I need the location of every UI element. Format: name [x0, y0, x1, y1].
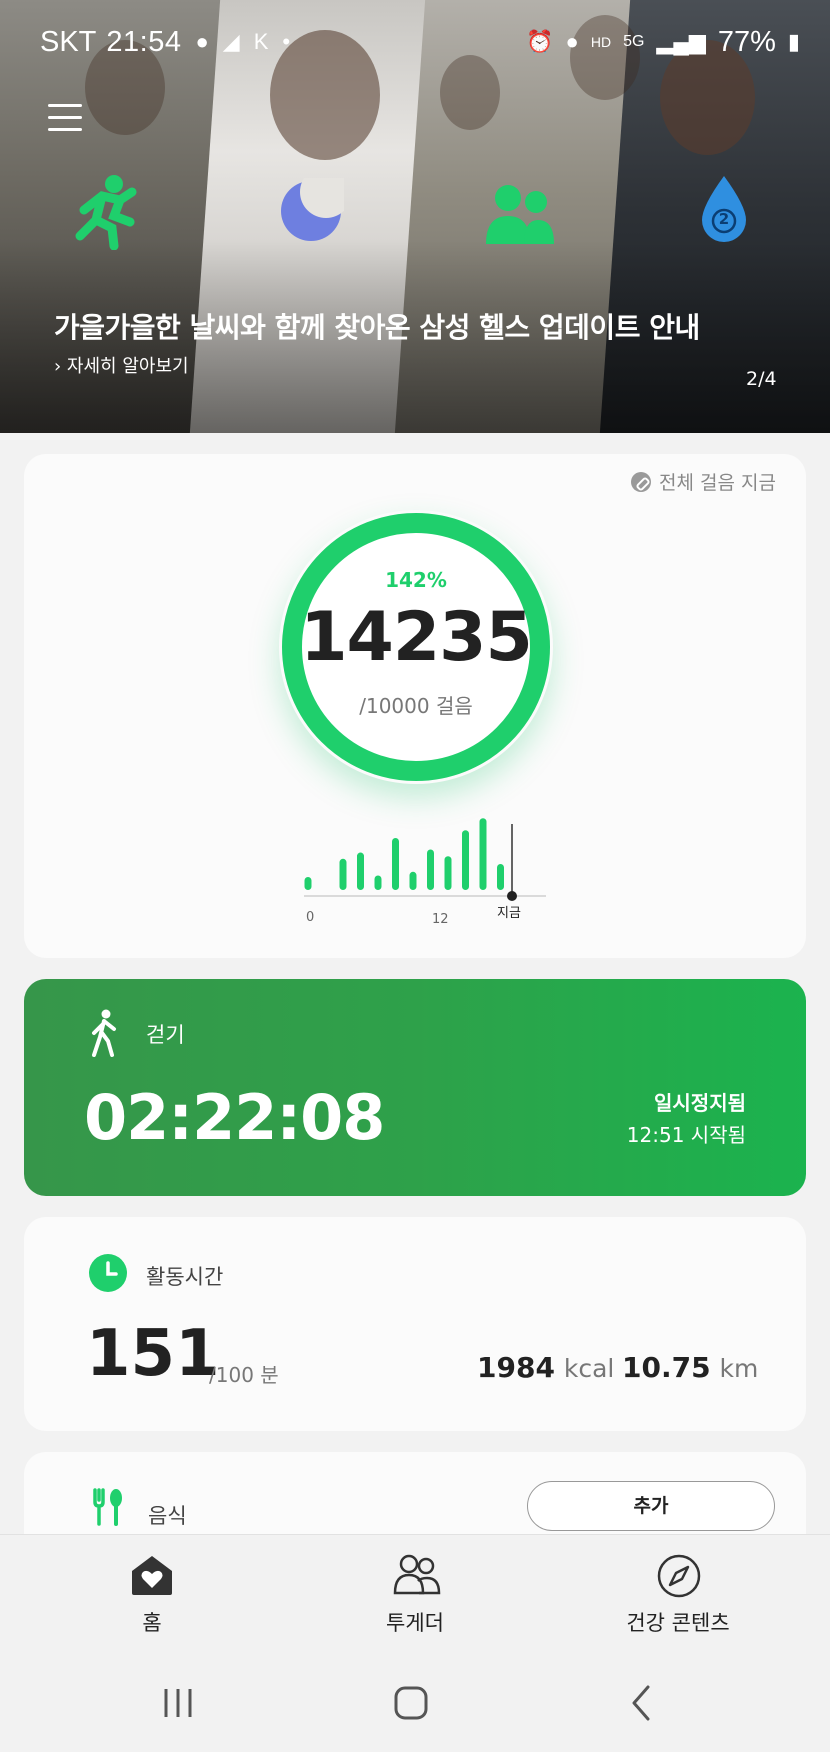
recent-apps-icon[interactable]	[148, 1673, 208, 1733]
steps-percent: 142%	[385, 568, 447, 592]
food-label: 음식	[148, 1504, 187, 1528]
running-icon	[75, 175, 137, 250]
together-icon	[393, 1554, 441, 1595]
bottom-navigation: 홈 투게더 건강 콘텐츠	[0, 1535, 830, 1655]
hourly-steps-bar	[392, 838, 399, 890]
nav-content-label: 건강 콘텐츠	[626, 1611, 730, 1635]
menu-icon	[48, 104, 82, 107]
hourly-steps-bar	[304, 877, 312, 890]
status-bar: SKT 21:54 ● ◢ K • ⏰ ● HD 5G ▂▄▆ 77% ▮	[40, 22, 800, 62]
calories-value: 1984	[477, 1351, 555, 1384]
hourly-steps-bar	[374, 875, 382, 890]
active-time-goal: /100 분	[209, 1363, 279, 1387]
hero-more-link[interactable]: › 자세히 알아보기	[54, 352, 189, 378]
hourly-steps-bar	[357, 852, 364, 890]
hero-title: 가을가을한 날씨와 함께 찾아온 삼성 헬스 업데이트 안내	[54, 311, 700, 344]
hourly-steps-bar	[427, 849, 434, 890]
distance-unit: km	[719, 1354, 759, 1383]
clock: 21:54	[106, 25, 182, 58]
add-food-button[interactable]: 추가	[527, 1481, 775, 1531]
system-navigation-bar	[0, 1655, 830, 1752]
home-heart-icon	[132, 1556, 172, 1595]
active-time-value: 151	[86, 1317, 220, 1391]
hourly-steps-bar	[497, 864, 504, 890]
clock-icon	[89, 1254, 127, 1292]
location-icon: ●	[565, 29, 579, 54]
together-people-icon	[486, 185, 554, 244]
fork-spoon-icon	[93, 1488, 122, 1526]
hourly-steps-bar	[462, 830, 469, 890]
nav-home[interactable]: 홈	[52, 1535, 252, 1655]
active-time-card[interactable]: 활동시간 151 /100 분 1984 kcal 10.75 km	[24, 1217, 806, 1431]
hero-banner[interactable]: SKT 21:54 ● ◢ K • ⏰ ● HD 5G ▂▄▆ 77% ▮ 2 …	[0, 0, 830, 433]
sleep-moon-icon	[281, 178, 344, 241]
back-icon[interactable]	[612, 1673, 672, 1733]
now-marker-dot	[507, 891, 517, 901]
calories: 1984 kcal	[477, 1351, 614, 1384]
fitness-notification-icon: ●	[195, 29, 209, 54]
hourly-steps-bar	[479, 818, 487, 890]
hourly-steps-bar	[444, 856, 452, 890]
home-button-icon[interactable]	[381, 1673, 441, 1733]
notification-icons: ● ◢ K •	[195, 29, 290, 55]
chart-x-label: 지금	[497, 906, 521, 921]
battery-level: 77%	[717, 25, 776, 58]
active-time-label: 활동시간	[146, 1265, 224, 1289]
dot-icon: •	[282, 29, 291, 54]
steps-count: 14235	[300, 598, 533, 677]
all-steps-link[interactable]: 전체 걸음 지금	[631, 468, 776, 495]
chart-x-label: 12	[432, 912, 449, 927]
all-steps-label: 전체 걸음 지금	[659, 472, 776, 494]
walking-icon	[92, 1009, 116, 1057]
nav-together[interactable]: 투게더	[315, 1535, 515, 1655]
signal-icon: ▂▄▆	[656, 29, 706, 54]
link-icon	[631, 471, 652, 492]
hourly-steps-bar	[409, 871, 417, 890]
system-icons: ⏰ ● HD 5G ▂▄▆ 77% ▮	[526, 26, 800, 59]
hourly-steps-chart: 0 12 지금	[304, 818, 546, 927]
network-label: 5G	[623, 33, 645, 50]
water-drop-number: 2	[718, 210, 730, 228]
menu-button[interactable]	[48, 104, 82, 138]
walking-workout-card[interactable]: 걷기 02:22:08 일시정지됨 12:51 시작됨	[24, 979, 806, 1196]
compass-icon	[657, 1554, 701, 1598]
walk-label: 걷기	[146, 1023, 185, 1047]
battery-icon: ▮	[787, 29, 800, 54]
hourly-steps-bar	[339, 858, 347, 890]
walk-status: 일시정지됨	[654, 1091, 746, 1115]
nav-home-label: 홈	[142, 1611, 162, 1635]
steps-card[interactable]: 전체 걸음 지금 142% 14235 /10000 걸음 0 12 지금	[24, 454, 806, 958]
steps-ring: 142% 14235 /10000 걸음	[279, 510, 553, 784]
chart-x-label: 0	[306, 910, 314, 925]
walk-start-time: 12:51 시작됨	[626, 1123, 746, 1147]
carrier-label: SKT	[40, 25, 97, 58]
steps-goal: /10000 걸음	[359, 694, 473, 718]
hero-person	[440, 55, 500, 130]
nav-health-content[interactable]: 건강 콘텐츠	[578, 1535, 778, 1655]
alarm-icon: ⏰	[526, 29, 554, 54]
nav-together-label: 투게더	[386, 1611, 444, 1635]
distance-value: 10.75	[622, 1351, 711, 1384]
hd-voice-icon: HD	[590, 34, 612, 50]
distance: 10.75 km	[622, 1351, 758, 1384]
app-notification-icon: K	[253, 29, 269, 54]
walk-duration: 02:22:08	[84, 1081, 385, 1154]
hero-page-indicator: 2/4	[746, 368, 777, 390]
calories-unit: kcal	[563, 1354, 615, 1383]
steps-notification-icon: ◢	[222, 29, 240, 54]
